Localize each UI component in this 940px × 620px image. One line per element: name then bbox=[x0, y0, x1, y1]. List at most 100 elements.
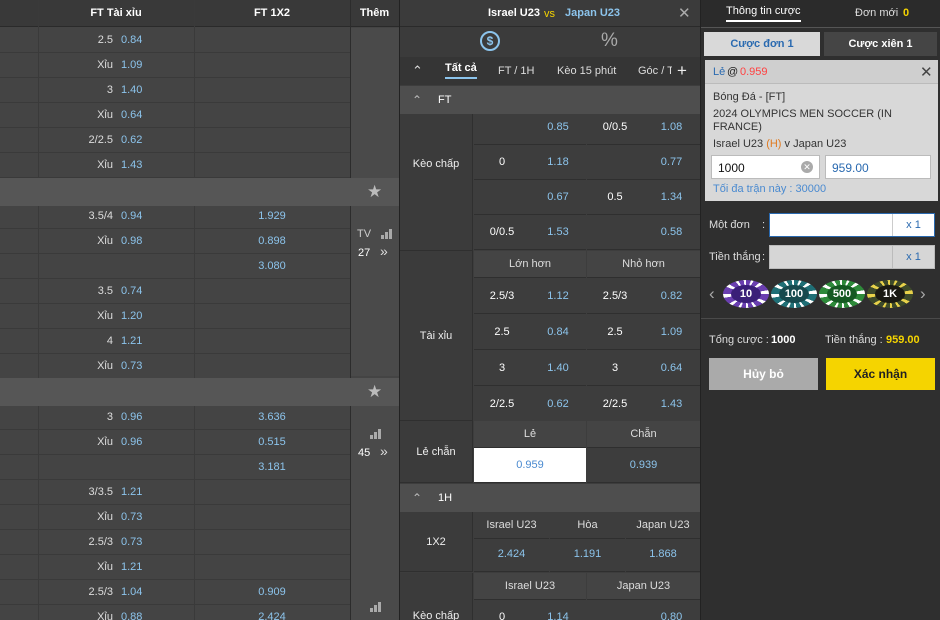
odds-row: 3.181 bbox=[0, 455, 350, 480]
over-under-odds[interactable]: 1.21 bbox=[121, 480, 142, 505]
chip-500[interactable]: 500 bbox=[819, 280, 865, 308]
over-under-odds[interactable]: 1.21 bbox=[121, 555, 142, 580]
odds-row: 4 1.21 bbox=[0, 329, 350, 354]
tab-corners[interactable]: Góc / T bbox=[638, 57, 672, 85]
home-team: Israel U23 bbox=[488, 7, 540, 19]
single-bet-input[interactable]: x 1 bbox=[769, 213, 935, 237]
over-under-odds[interactable]: 0.84 bbox=[121, 28, 142, 53]
single-bet-tab[interactable]: Cược đơn 1 bbox=[704, 32, 820, 56]
over-under-odds[interactable]: 1.43 bbox=[121, 153, 142, 178]
tab-new-bets[interactable]: Đơn mới bbox=[855, 7, 898, 19]
add-tab-icon[interactable]: + bbox=[677, 57, 687, 85]
collapse-icon[interactable]: ⌃ bbox=[412, 86, 422, 114]
collapse-icon[interactable]: ⌃ bbox=[412, 57, 423, 85]
percent-icon[interactable]: % bbox=[601, 30, 618, 52]
over-under-odds[interactable]: 0.73 bbox=[121, 505, 142, 530]
under-header: Nhỏ hơn bbox=[587, 251, 700, 278]
max-bet-limit: Tối đa trận này : 30000 bbox=[713, 183, 827, 195]
over-under-odds[interactable]: 1.21 bbox=[121, 329, 142, 354]
over-under-odds[interactable]: 0.88 bbox=[121, 605, 142, 620]
remove-bet-icon[interactable]: ✕ bbox=[920, 63, 933, 81]
clear-stake-icon[interactable]: ✕ bbox=[801, 161, 813, 173]
away-odds[interactable]: 1.08 bbox=[643, 110, 700, 145]
away-odds[interactable]: 0.82 bbox=[643, 278, 700, 314]
chevron-left-icon[interactable]: ‹ bbox=[709, 284, 715, 304]
home-odds[interactable]: 1.18 bbox=[530, 145, 586, 180]
section-1h[interactable]: ⌃ 1H bbox=[400, 484, 700, 512]
close-icon[interactable]: ✕ bbox=[678, 4, 691, 22]
1x2-odds[interactable]: 3.636 bbox=[194, 405, 350, 430]
favorite-star-icon[interactable]: ★ bbox=[367, 382, 382, 402]
expand-more-icon[interactable]: » bbox=[380, 443, 388, 459]
away-odds[interactable]: 1.09 bbox=[643, 314, 700, 350]
match-title-bar: Israel U23 vs Japan U23 ✕ bbox=[400, 0, 700, 27]
over-under-odds[interactable]: 0.96 bbox=[121, 430, 142, 455]
over-under-odds[interactable]: 0.64 bbox=[121, 103, 142, 128]
collapse-icon[interactable]: ⌃ bbox=[412, 484, 422, 512]
1x2-odds[interactable]: 3.080 bbox=[194, 254, 350, 279]
even-odds[interactable]: 0.939 bbox=[587, 448, 700, 483]
over-under-odds[interactable]: 0.74 bbox=[121, 279, 142, 304]
odds-list-panel: FT Tài xỉu FT 1X2 Thêm 2.5 0.84 Xỉu 1.09 3 1.… bbox=[0, 0, 399, 620]
home-odds[interactable]: 0.85 bbox=[530, 110, 586, 145]
home-odds[interactable]: 1.53 bbox=[530, 215, 586, 250]
over-under-odds[interactable]: 0.96 bbox=[121, 405, 142, 430]
chip-10[interactable]: 10 bbox=[723, 280, 769, 308]
stats-icon[interactable] bbox=[381, 229, 392, 239]
away-odds[interactable]: 1.43 bbox=[643, 386, 700, 422]
home-odds[interactable]: 0.84 bbox=[530, 314, 586, 350]
over-under-odds[interactable]: 1.20 bbox=[121, 304, 142, 329]
cancel-button[interactable]: Hủy bỏ bbox=[709, 358, 818, 390]
1x2-home-header: Israel U23 bbox=[474, 512, 549, 539]
tab-bet-info[interactable]: Thông tin cược bbox=[726, 5, 801, 22]
money-icon[interactable]: $ bbox=[480, 31, 500, 51]
1x2-away-odds[interactable]: 1.868 bbox=[626, 539, 700, 572]
line-label: 3/3.5 bbox=[88, 486, 113, 498]
stake-input[interactable]: 1000 ✕ bbox=[711, 155, 820, 179]
1x2-odds[interactable]: 0.909 bbox=[194, 580, 350, 605]
away-odds[interactable]: 0.64 bbox=[643, 350, 700, 386]
1x2-home-odds[interactable]: 2.424 bbox=[474, 539, 549, 572]
tab-15-min[interactable]: Kèo 15 phút bbox=[557, 57, 616, 85]
1x2-draw-odds[interactable]: 1.191 bbox=[550, 539, 625, 572]
parlay-bet-tab[interactable]: Cược xiên 1 bbox=[824, 32, 937, 56]
over-under-odds[interactable]: 1.04 bbox=[121, 580, 142, 605]
1x2-odds[interactable]: 3.181 bbox=[194, 455, 350, 480]
stats-icon[interactable] bbox=[370, 602, 381, 612]
chip-100[interactable]: 100 bbox=[771, 280, 817, 308]
home-odds[interactable]: 1.40 bbox=[530, 350, 586, 386]
over-under-odds[interactable]: 0.73 bbox=[121, 354, 142, 379]
tab-all[interactable]: Tất cả bbox=[445, 57, 477, 79]
1h-away-odds[interactable]: 0.80 bbox=[643, 600, 700, 620]
over-under-odds[interactable]: 1.40 bbox=[121, 78, 142, 103]
away-odds[interactable]: 1.34 bbox=[643, 180, 700, 215]
over-under-odds[interactable]: 0.62 bbox=[121, 128, 142, 153]
chip-1k[interactable]: 1K bbox=[867, 280, 913, 308]
odd-odds-selected[interactable]: 0.959 bbox=[474, 448, 586, 483]
bet-ticket: Lẻ @ 0.959 ✕ Bóng Đá - [FT] 2024 OLYMPIC… bbox=[705, 60, 938, 201]
confirm-button[interactable]: Xác nhận bbox=[826, 358, 935, 390]
1h-home-odds[interactable]: 1.14 bbox=[530, 600, 586, 620]
away-odds[interactable]: 0.58 bbox=[643, 215, 700, 250]
1h-handicap-label: Kèo chấp bbox=[400, 573, 473, 620]
1x2-odds[interactable]: 2.424 bbox=[194, 605, 350, 620]
away-odds[interactable]: 0.77 bbox=[643, 145, 700, 180]
home-odds[interactable]: 1.12 bbox=[530, 278, 586, 314]
1x2-odds[interactable]: 1.929 bbox=[194, 204, 350, 229]
expand-more-icon[interactable]: » bbox=[380, 243, 388, 259]
tab-ft-1h[interactable]: FT / 1H bbox=[498, 57, 534, 85]
over-under-odds[interactable]: 0.73 bbox=[121, 530, 142, 555]
over-under-odds[interactable]: 0.98 bbox=[121, 229, 142, 254]
tv-icon[interactable]: TV bbox=[357, 228, 371, 240]
chevron-right-icon[interactable]: › bbox=[920, 284, 926, 304]
1x2-odds[interactable]: 0.898 bbox=[194, 229, 350, 254]
favorite-star-icon[interactable]: ★ bbox=[367, 182, 382, 202]
over-under-odds[interactable]: 0.94 bbox=[121, 204, 142, 229]
bet-slip-tabs: Thông tin cược Đơn mới 0 bbox=[701, 0, 940, 28]
1x2-odds[interactable]: 0.515 bbox=[194, 430, 350, 455]
home-odds[interactable]: 0.67 bbox=[530, 180, 586, 215]
stats-icon[interactable] bbox=[370, 429, 381, 439]
home-odds[interactable]: 0.62 bbox=[530, 386, 586, 422]
handicap-line: 2.5/3 bbox=[474, 278, 530, 314]
over-under-odds[interactable]: 1.09 bbox=[121, 53, 142, 78]
